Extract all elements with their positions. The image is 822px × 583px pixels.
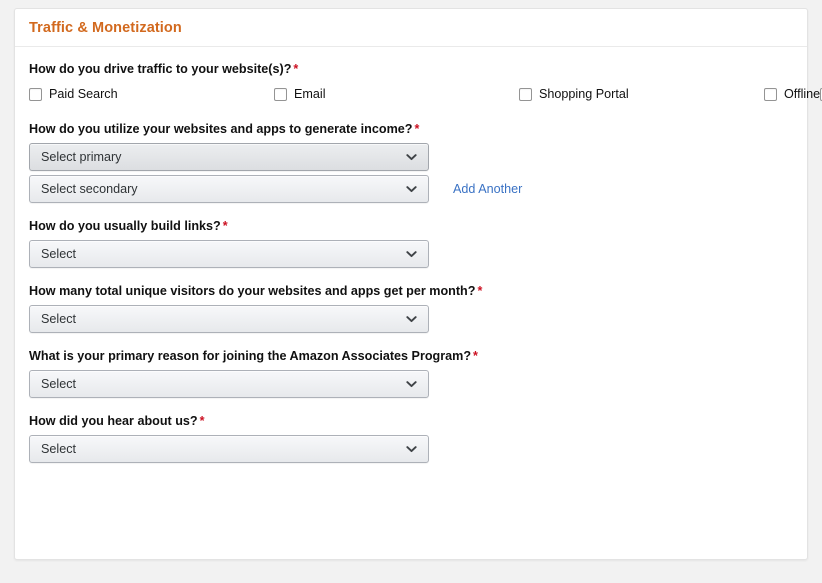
question-monetization-label: How do you utilize your websites and app…	[29, 121, 793, 138]
checkbox-icon[interactable]	[764, 87, 777, 101]
required-asterisk: *	[414, 122, 420, 136]
page-title: Traffic & Monetization	[29, 19, 182, 36]
card-header: Traffic & Monetization	[15, 9, 807, 47]
question-build-links-label: How do you usually build links? *	[29, 218, 793, 235]
checkbox-shopping-portal[interactable]: Shopping Portal	[519, 83, 764, 105]
traffic-checkbox-grid: Paid Search Email Shopping Portal Offlin…	[29, 83, 822, 105]
select-build-links[interactable]: Select	[29, 240, 429, 268]
checkbox-icon[interactable]	[29, 87, 42, 101]
checkbox-icon[interactable]	[519, 87, 532, 101]
required-asterisk: *	[293, 62, 299, 76]
question-build-links: How do you usually build links? * Select	[29, 218, 793, 268]
chevron-down-icon	[406, 249, 417, 260]
checkbox-paid-search[interactable]: Paid Search	[29, 83, 274, 105]
chevron-down-icon	[406, 314, 417, 325]
select-monetization-secondary[interactable]: Select secondary	[29, 175, 429, 203]
traffic-monetization-card: Traffic & Monetization How do you drive …	[14, 8, 822, 560]
select-value: Select	[41, 312, 77, 326]
question-primary-reason-label: What is your primary reason for joining …	[29, 348, 793, 365]
checkbox-label: Paid Search	[49, 87, 118, 101]
select-value: Select primary	[41, 150, 122, 164]
question-unique-visitors-label-text: How many total unique visitors do your w…	[29, 284, 476, 298]
chevron-down-icon	[406, 379, 417, 390]
question-hear-about-us: How did you hear about us? * Select	[29, 413, 793, 463]
checkbox-label: Email	[294, 87, 326, 101]
question-monetization-label-text: How do you utilize your websites and app…	[29, 122, 413, 136]
checkbox-icon[interactable]	[274, 87, 287, 101]
question-build-links-label-text: How do you usually build links?	[29, 219, 221, 233]
select-monetization-primary[interactable]: Select primary	[29, 143, 429, 171]
required-asterisk: *	[199, 414, 205, 428]
required-asterisk: *	[477, 284, 483, 298]
chevron-down-icon	[406, 184, 417, 195]
chevron-down-icon	[406, 152, 417, 163]
checkbox-offline[interactable]: Offline	[764, 83, 820, 105]
select-primary-reason[interactable]: Select	[29, 370, 429, 398]
question-traffic-label: How do you drive traffic to your website…	[29, 61, 793, 78]
question-unique-visitors: How many total unique visitors do your w…	[29, 283, 793, 333]
question-primary-reason-label-text: What is your primary reason for joining …	[29, 349, 472, 363]
question-primary-reason: What is your primary reason for joining …	[29, 348, 793, 398]
select-unique-visitors[interactable]: Select	[29, 305, 429, 333]
required-asterisk: *	[222, 219, 228, 233]
checkbox-email[interactable]: Email	[274, 83, 519, 105]
add-another-link[interactable]: Add Another	[453, 182, 522, 196]
chevron-down-icon	[406, 444, 417, 455]
card-body: How do you drive traffic to your website…	[15, 47, 822, 463]
question-traffic: How do you drive traffic to your website…	[29, 61, 822, 105]
monetization-secondary-row: Select secondary Add Another	[29, 175, 793, 203]
question-traffic-label-text: How do you drive traffic to your website…	[29, 62, 292, 76]
question-unique-visitors-label: How many total unique visitors do your w…	[29, 283, 793, 300]
select-value: Select secondary	[41, 182, 138, 196]
required-asterisk: *	[473, 349, 478, 363]
question-monetization: How do you utilize your websites and app…	[29, 121, 793, 203]
select-value: Select	[41, 377, 77, 391]
checkbox-label: Shopping Portal	[539, 87, 629, 101]
question-hear-about-us-label-text: How did you hear about us?	[29, 414, 198, 428]
checkbox-label: Offline	[784, 87, 821, 101]
question-hear-about-us-label: How did you hear about us? *	[29, 413, 793, 430]
select-value: Select	[41, 442, 77, 456]
select-value: Select	[41, 247, 77, 261]
select-hear-about-us[interactable]: Select	[29, 435, 429, 463]
